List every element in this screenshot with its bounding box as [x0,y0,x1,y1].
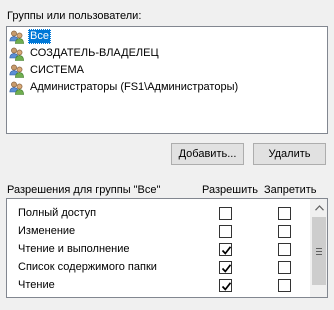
permissions-scrollbar[interactable] [310,199,327,297]
deny-checkbox[interactable] [278,297,291,298]
user-item-label: Все [28,29,51,44]
permission-row-list-folder: Список содержимого папки [7,258,311,277]
permission-row-modify: Изменение [7,222,311,241]
permission-label: Чтение и выполнение [18,243,130,255]
user-item-label: Администраторы (FS1\Администраторы) [30,81,239,93]
checkmark-icon [221,246,232,255]
permission-row-read-execute: Чтение и выполнение [7,240,311,259]
permission-label: Чтение [18,279,55,291]
scroll-thumb[interactable] [312,217,326,285]
allow-checkbox[interactable] [219,243,232,256]
user-item-system[interactable]: СИСТЕМА [9,62,86,79]
allow-checkbox[interactable] [219,225,232,238]
user-group-icon [9,80,25,96]
deny-column-header: Запретить [264,184,317,196]
allow-checkbox[interactable] [219,207,232,220]
permissions-table: Полный доступ Изменение Чтение и выполне… [6,198,328,298]
permissions-title: Разрешения для группы "Все" [7,184,161,196]
deny-checkbox[interactable] [278,243,291,256]
deny-checkbox[interactable] [278,225,291,238]
permission-row-full-control: Полный доступ [7,204,311,223]
checkmark-icon [221,282,232,291]
user-group-icon [9,29,25,45]
permission-label: Полный доступ [18,207,97,219]
permission-label: Изменение [18,225,76,237]
users-list[interactable]: Все СОЗДАТЕЛЬ-ВЛАДЕЛЕЦ СИСТЕМА Администр… [6,26,328,134]
user-item-administrators[interactable]: Администраторы (FS1\Администраторы) [9,79,240,96]
allow-column-header: Разрешить [202,184,258,196]
user-item-label: СИСТЕМА [30,64,84,76]
permission-label: Список содержимого папки [18,261,157,273]
permission-row-read: Чтение [7,276,311,295]
groups-label: Группы или пользователи: [7,10,142,22]
allow-checkbox[interactable] [219,261,232,274]
user-group-icon [9,63,25,79]
checkmark-icon [221,264,232,273]
permission-row-partial [7,294,311,298]
allow-checkbox[interactable] [219,279,232,292]
deny-checkbox[interactable] [278,261,291,274]
user-group-icon [9,46,25,62]
remove-button[interactable]: Удалить [253,143,326,165]
user-item-everyone[interactable]: Все [9,28,51,45]
deny-checkbox[interactable] [278,207,291,220]
user-item-creator-owner[interactable]: СОЗДАТЕЛЬ-ВЛАДЕЛЕЦ [9,45,161,62]
user-item-label: СОЗДАТЕЛЬ-ВЛАДЕЛЕЦ [30,47,159,59]
scroll-up-arrow-icon[interactable] [311,199,327,216]
add-button[interactable]: Добавить... [171,143,244,165]
deny-checkbox[interactable] [278,279,291,292]
allow-checkbox[interactable] [219,297,232,298]
